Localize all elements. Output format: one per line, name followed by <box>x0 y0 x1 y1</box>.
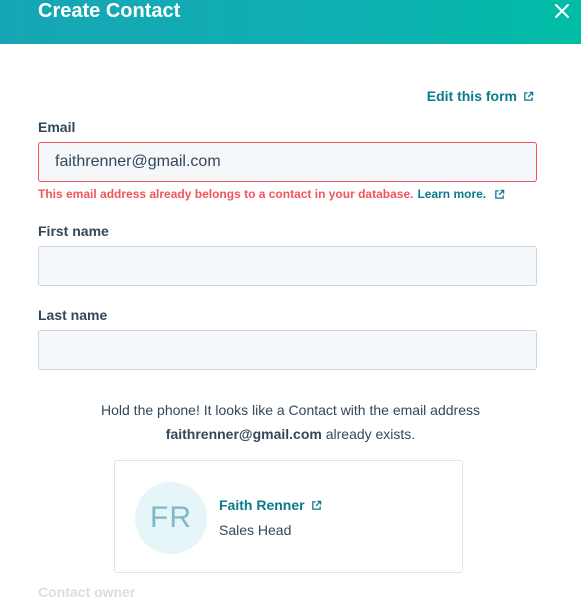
create-contact-panel: Create Contact Edit this form Email This… <box>0 0 581 603</box>
edit-form-link-label: Edit this form <box>426 88 517 104</box>
avatar: FR <box>135 482 207 554</box>
duplicate-notice-line1: Hold the phone! It looks like a Contact … <box>101 402 480 418</box>
existing-contact-link[interactable]: Faith Renner <box>219 497 322 513</box>
close-icon <box>555 4 569 18</box>
email-error-text: This email address already belongs to a … <box>38 187 414 201</box>
learn-more-link[interactable]: Learn more. <box>417 187 505 201</box>
first-name-field[interactable] <box>38 246 537 286</box>
email-field[interactable] <box>38 142 537 182</box>
duplicate-contact-notice: Hold the phone! It looks like a Contact … <box>38 398 543 446</box>
existing-contact-job-title: Sales Head <box>219 522 292 538</box>
contact-owner-label: Contact owner <box>38 584 136 600</box>
external-link-icon <box>311 500 321 510</box>
existing-contact-name: Faith Renner <box>219 497 305 513</box>
edit-form-link[interactable]: Edit this form <box>427 88 534 104</box>
email-error-message: This email address already belongs to a … <box>38 187 505 201</box>
close-button[interactable] <box>553 2 571 20</box>
last-name-field[interactable] <box>38 330 537 370</box>
external-link-icon <box>524 91 534 101</box>
email-label: Email <box>38 119 76 135</box>
first-name-label: First name <box>38 223 109 239</box>
external-link-icon <box>495 189 505 199</box>
learn-more-label: Learn more. <box>417 187 487 201</box>
panel-title: Create Contact <box>38 0 181 22</box>
existing-contact-card: FR Faith Renner Sales Head <box>114 460 463 573</box>
duplicate-notice-suffix: already exists. <box>321 426 416 442</box>
duplicate-notice-line2: faithrenner@gmail.com already exists. <box>38 422 543 446</box>
panel-header: Create Contact <box>0 0 581 44</box>
duplicate-email: faithrenner@gmail.com <box>165 426 322 442</box>
last-name-label: Last name <box>38 307 108 323</box>
